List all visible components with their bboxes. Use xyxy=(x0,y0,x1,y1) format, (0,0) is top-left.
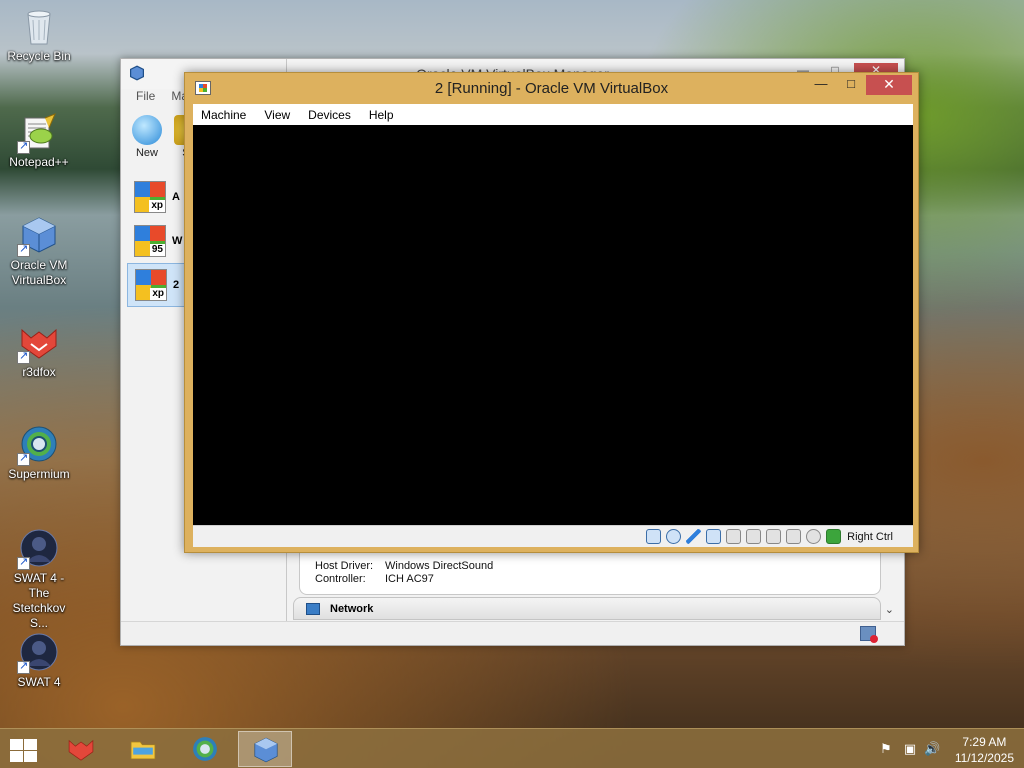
os-badge: xp xyxy=(149,200,165,212)
new-vm-icon xyxy=(132,115,162,145)
display-icon[interactable] xyxy=(766,529,782,544)
shortcut-arrow-icon xyxy=(17,555,30,570)
swat4-expansion-icon xyxy=(17,528,59,570)
network-adapters-icon[interactable] xyxy=(706,529,722,544)
new-button-label: New xyxy=(135,147,158,159)
desktop-icon-notepad-plus-plus[interactable]: Notepad++ xyxy=(2,112,76,170)
menu-devices[interactable]: Devices xyxy=(308,108,351,122)
optical-drive-icon[interactable] xyxy=(666,529,682,544)
shortcut-arrow-icon xyxy=(17,349,30,364)
network-icon[interactable]: ▣ xyxy=(902,741,918,757)
volume-icon[interactable]: 🔊 xyxy=(924,741,940,757)
shortcut-arrow-icon xyxy=(17,139,30,154)
desktop-icon-label: SWAT 4 - The Stetchkov S... xyxy=(12,571,66,630)
desktop-icon-label: r3dfox xyxy=(22,365,56,379)
windows-95-os-icon: 95 xyxy=(134,225,166,257)
vm-running-window[interactable]: 2 [Running] - Oracle VM VirtualBox — □ ✕… xyxy=(184,72,919,553)
menu-view[interactable]: View xyxy=(264,108,290,122)
shared-folders-icon[interactable] xyxy=(746,529,762,544)
host-key-label: Right Ctrl xyxy=(847,530,893,543)
shortcut-arrow-icon xyxy=(17,659,30,674)
windows-xp-os-icon: xp xyxy=(134,181,166,213)
vm-name: W xyxy=(172,235,183,247)
vm-status-bar: Right Ctrl xyxy=(193,525,913,547)
host-driver-value: Windows DirectSound xyxy=(385,560,494,572)
supermium-icon xyxy=(191,735,219,763)
r3dfox-icon xyxy=(67,735,95,763)
desktop-icon-swat4[interactable]: SWAT 4 xyxy=(2,632,76,690)
controller-label: Controller: xyxy=(315,573,366,585)
desktop-icon-label: Notepad++ xyxy=(9,155,69,169)
notepad-plus-plus-icon xyxy=(17,112,59,154)
network-section-title: Network xyxy=(330,603,374,615)
desktop-icon-supermium[interactable]: Supermium xyxy=(2,424,76,482)
close-button[interactable]: ✕ xyxy=(866,75,912,95)
taskbar-r3dfox[interactable] xyxy=(54,731,108,767)
taskbar-file-explorer[interactable] xyxy=(116,731,170,767)
menu-help[interactable]: Help xyxy=(369,108,394,122)
keyboard-capture-icon[interactable] xyxy=(826,529,842,544)
virtualbox-icon xyxy=(17,215,59,257)
menu-machine[interactable]: Machine xyxy=(201,108,246,122)
recycle-bin-icon xyxy=(19,6,59,46)
start-button[interactable] xyxy=(8,737,38,763)
clock-time: 7:29 AM xyxy=(962,735,1007,749)
manager-status-bar xyxy=(121,621,904,645)
swat4-icon xyxy=(17,632,59,674)
desktop-icon-recycle-bin[interactable]: Recycle Bin xyxy=(2,6,76,64)
desktop-icon-label: Oracle VM VirtualBox xyxy=(10,258,68,287)
network-icon xyxy=(306,603,320,615)
desktop-icon-virtualbox[interactable]: Oracle VM VirtualBox xyxy=(2,215,76,288)
clock[interactable]: 7:29 AM 11/12/2025 xyxy=(955,734,1014,766)
action-center-flag-icon[interactable]: ⚑ xyxy=(878,741,894,757)
desktop-icon-r3dfox[interactable]: r3dfox xyxy=(2,322,76,380)
video-capture-icon[interactable] xyxy=(786,529,802,544)
shortcut-arrow-icon xyxy=(17,242,30,257)
desktop-icon-label: SWAT 4 xyxy=(17,675,61,689)
floppy-pen-icon[interactable] xyxy=(686,529,702,544)
vm-display[interactable] xyxy=(193,125,913,525)
vm-name: A xyxy=(172,191,180,203)
taskbar-virtualbox[interactable] xyxy=(238,731,292,767)
file-explorer-icon xyxy=(129,735,157,763)
taskbar: ⚑ ▣ 🔊 7:29 AM 11/12/2025 xyxy=(0,728,1024,768)
new-button[interactable]: New xyxy=(131,115,163,163)
supermium-icon xyxy=(17,424,59,466)
controller-value: ICH AC97 xyxy=(385,573,434,585)
desktop-icon-label: Supermium xyxy=(8,467,70,481)
hard-disk-icon[interactable] xyxy=(646,529,662,544)
taskbar-supermium[interactable] xyxy=(178,731,232,767)
network-error-icon[interactable] xyxy=(860,626,878,643)
r3dfox-icon xyxy=(17,322,59,364)
network-section-header[interactable]: Network xyxy=(293,597,881,620)
windows-logo-icon xyxy=(10,739,23,750)
vm-name: 2 xyxy=(173,279,180,291)
os-badge: xp xyxy=(150,288,166,300)
audio-details: Host Driver: Windows DirectSound Controll… xyxy=(299,551,881,595)
windows-xp-os-icon: xp xyxy=(135,269,167,301)
virtualbox-icon xyxy=(252,736,280,764)
menu-file[interactable]: File xyxy=(136,89,155,109)
maximize-button[interactable]: □ xyxy=(836,75,866,95)
shortcut-arrow-icon xyxy=(17,451,30,466)
usb-icon[interactable] xyxy=(726,529,742,544)
vm-menu-bar: Machine View Devices Help xyxy=(193,104,913,125)
vm-title-bar[interactable]: 2 [Running] - Oracle VM VirtualBox — □ ✕ xyxy=(185,73,918,103)
clock-date: 11/12/2025 xyxy=(954,751,1014,765)
os-badge: 95 xyxy=(149,244,165,256)
chevron-down-icon[interactable]: ⌄ xyxy=(885,603,894,616)
system-tray: ⚑ ▣ 🔊 7:29 AM 11/12/2025 xyxy=(864,729,1024,768)
desktop-icon-label: Recycle Bin xyxy=(7,49,71,63)
minimize-button[interactable]: — xyxy=(806,75,836,95)
host-driver-label: Host Driver: xyxy=(315,560,374,572)
desktop-icon-swat4-expansion[interactable]: SWAT 4 - The Stetchkov S... xyxy=(2,528,76,631)
mouse-integration-icon[interactable] xyxy=(806,529,822,544)
